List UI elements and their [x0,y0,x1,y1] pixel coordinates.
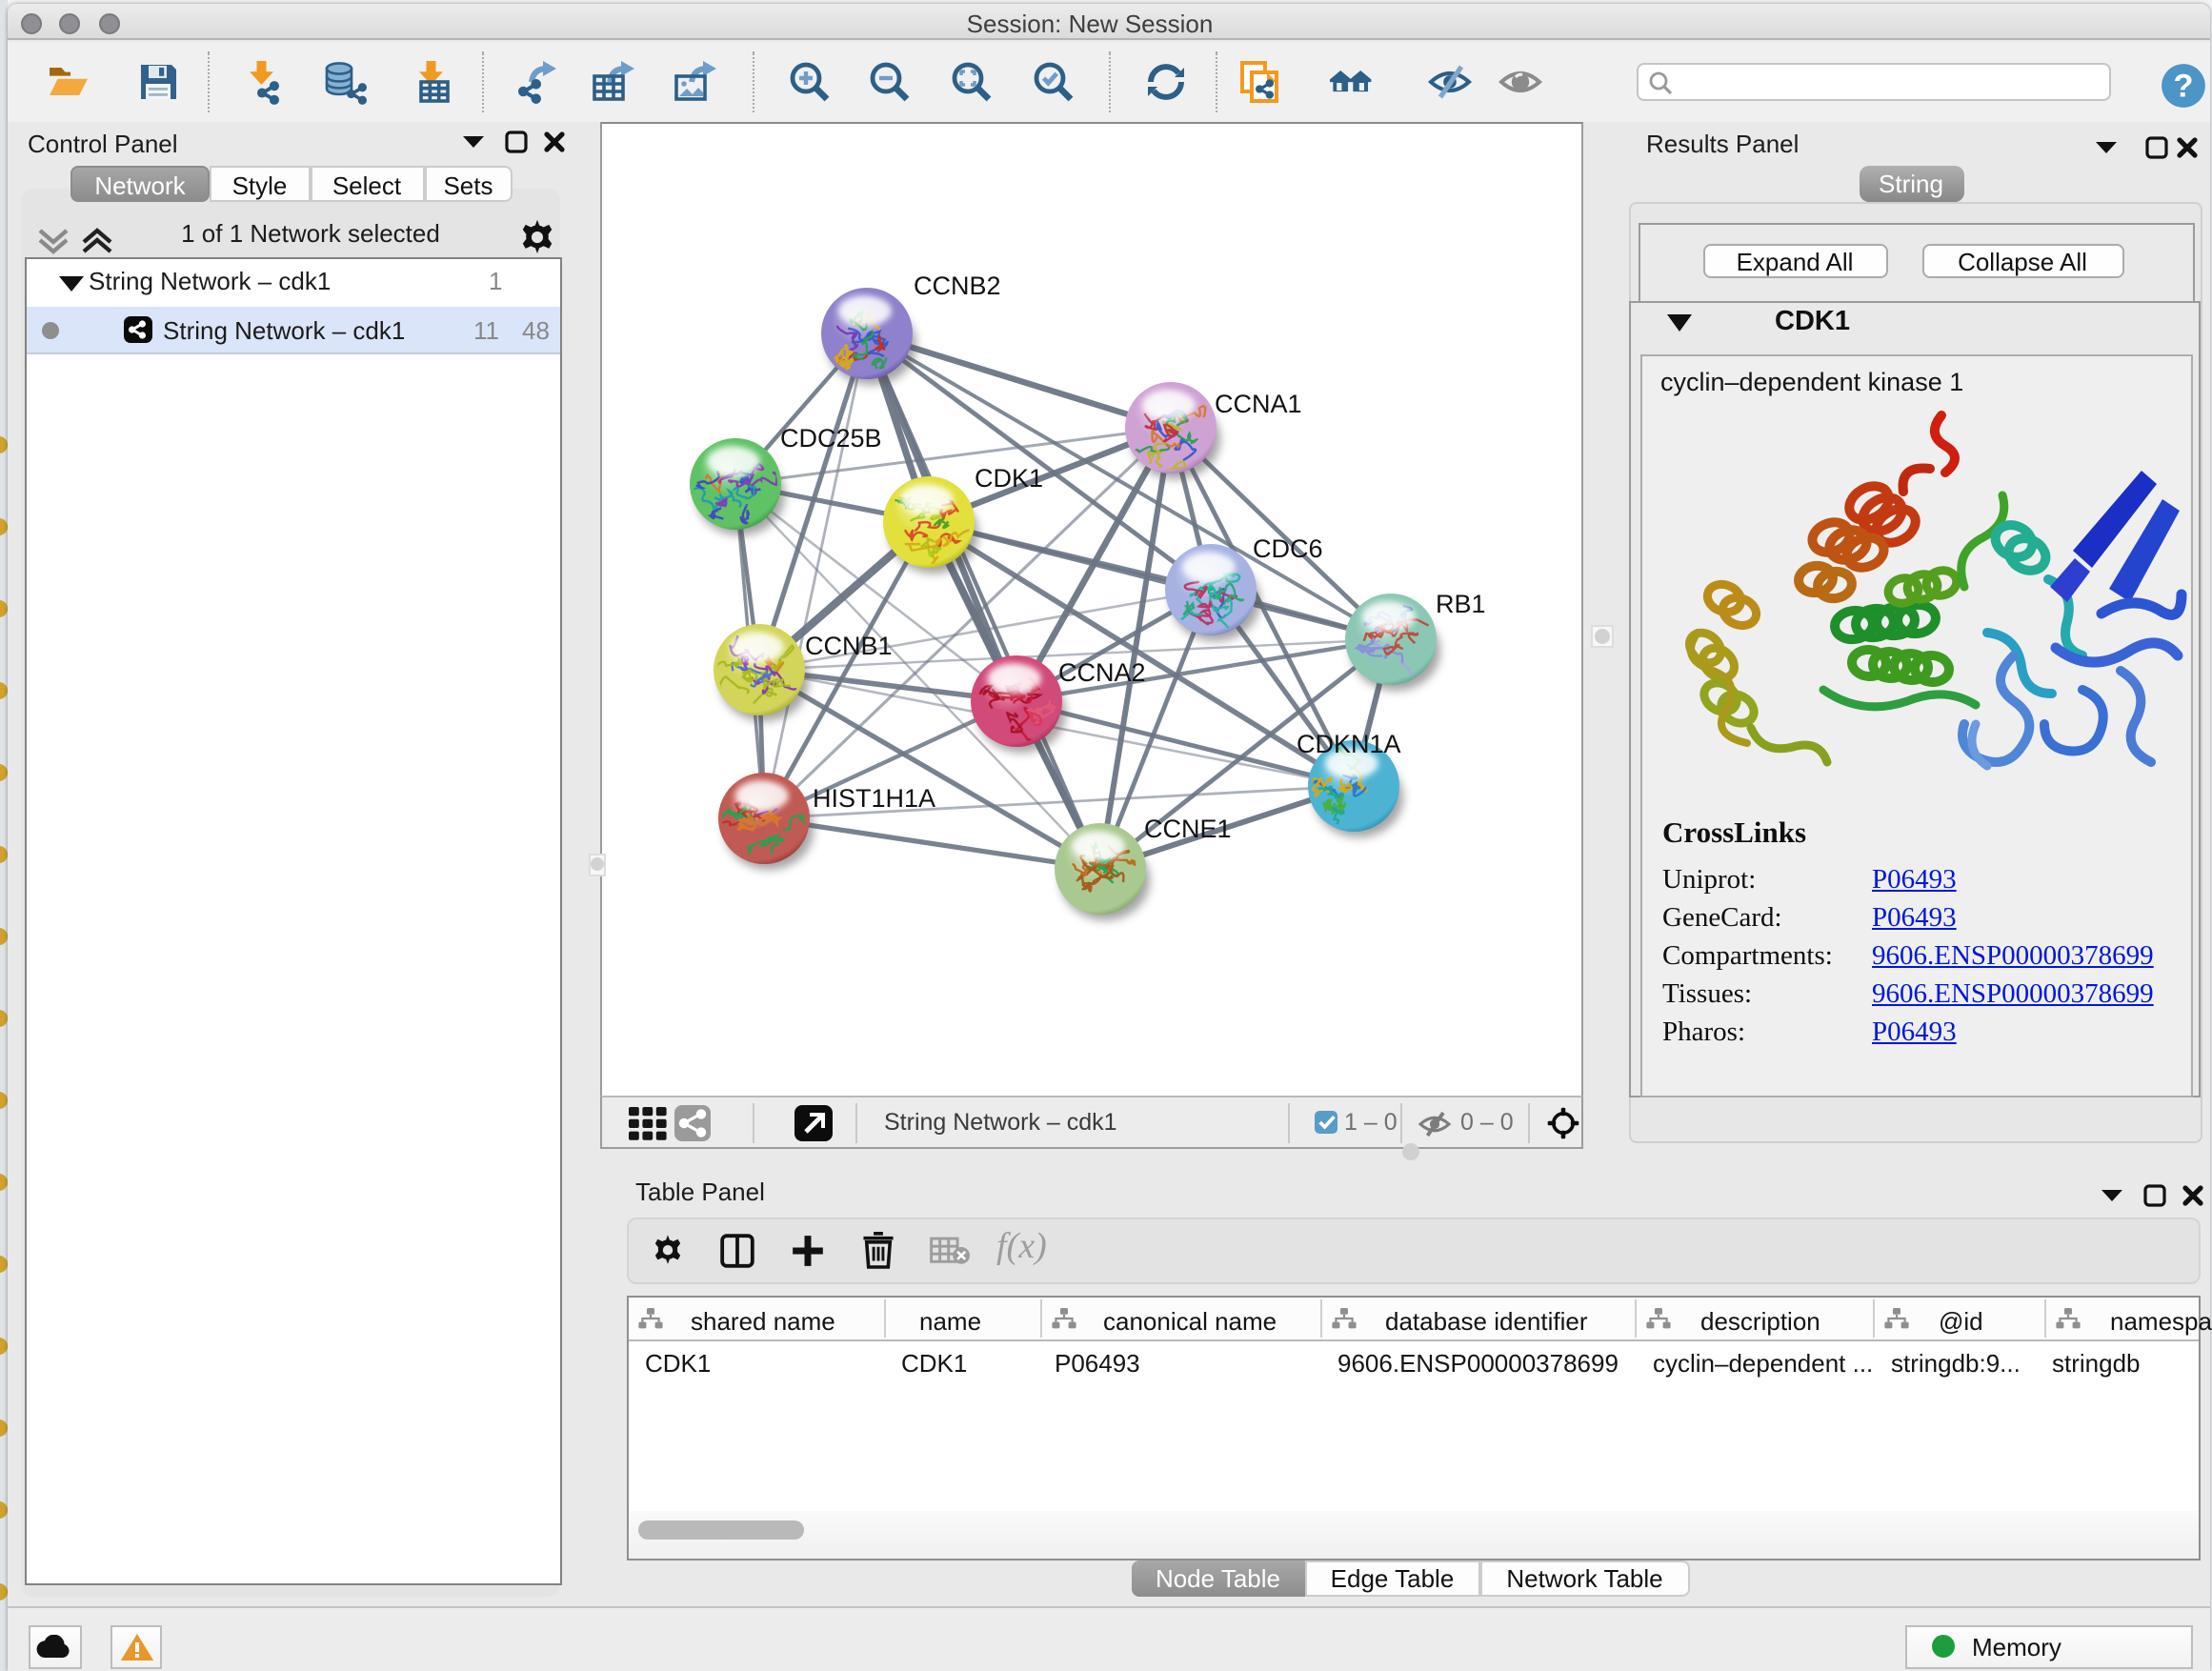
svg-text:CCNB2: CCNB2 [914,272,1001,300]
svg-text:CDC6: CDC6 [1253,534,1323,563]
svg-text:CCNB1: CCNB1 [805,632,893,660]
svg-text:?: ? [2173,67,2193,103]
svg-text:CDC25B: CDC25B [780,424,882,453]
svg-text:CCNA1: CCNA1 [1215,390,1302,418]
svg-text:CDKN1A: CDKN1A [1297,730,1401,758]
svg-text:CCNE1: CCNE1 [1144,815,1232,843]
svg-text:CCNA2: CCNA2 [1058,658,1146,687]
svg-text:CDK1: CDK1 [975,464,1043,493]
svg-text:RB1: RB1 [1436,590,1486,618]
svg-text:HIST1H1A: HIST1H1A [813,784,935,813]
